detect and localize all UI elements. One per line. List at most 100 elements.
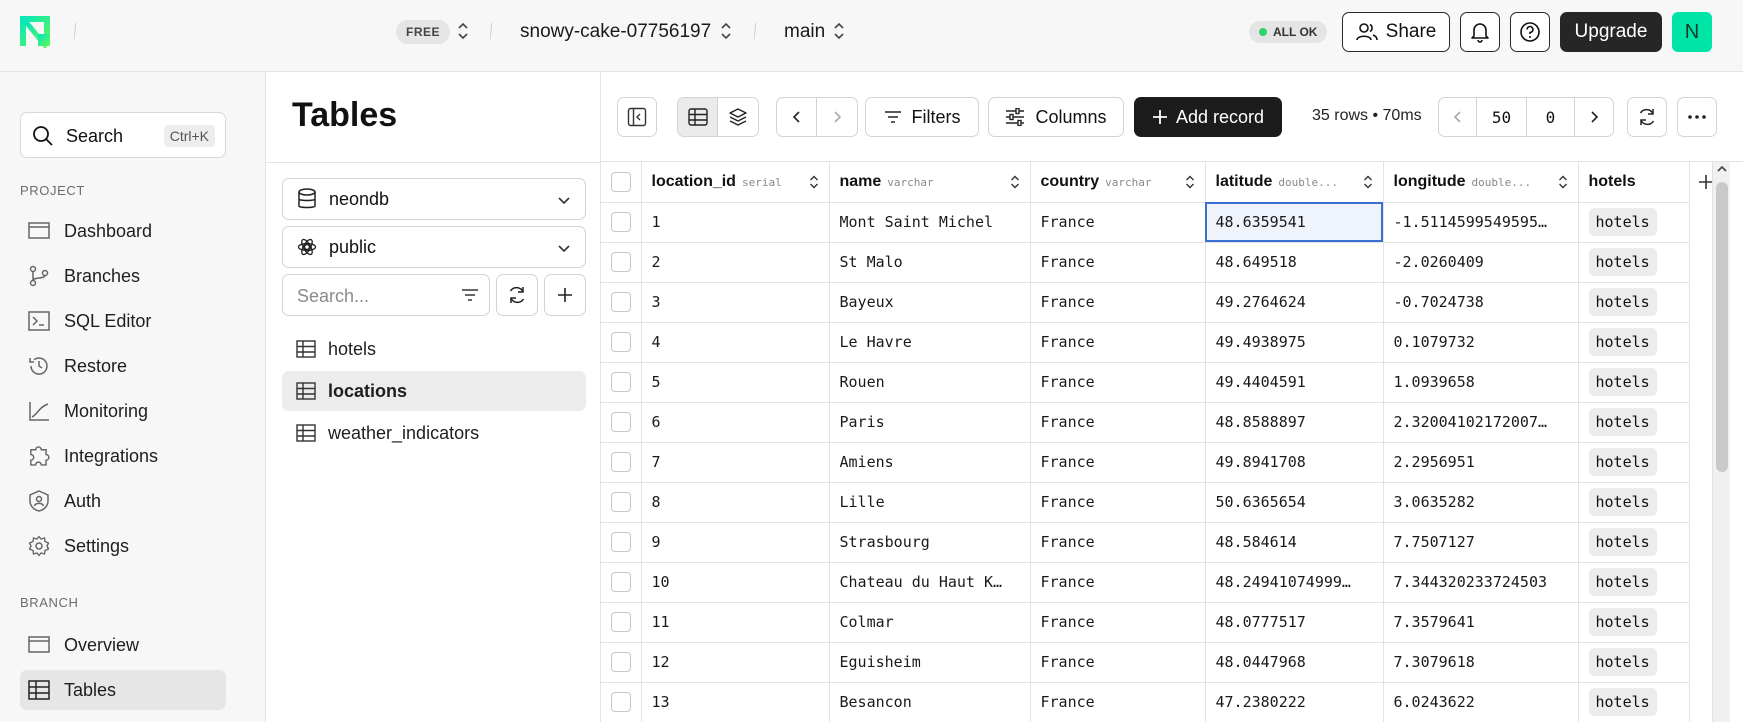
row-select-cell[interactable] [601,682,642,722]
relation-chip[interactable]: hotels [1588,488,1657,516]
column-header-longitude[interactable]: longitude double... [1383,162,1579,203]
cell-longitude[interactable]: 7.7507127 [1383,522,1579,563]
row-checkbox[interactable] [610,452,631,472]
relation-chip[interactable]: hotels [1588,288,1657,316]
cell-longitude[interactable]: 7.3579641 [1383,602,1579,643]
table-row[interactable]: 1 Mont Saint Michel France 48.6359541 -1.511… [601,202,1690,243]
row-checkbox[interactable] [610,372,631,392]
row-checkbox[interactable] [610,492,631,512]
cell-latitude[interactable]: 49.4938975 [1205,322,1384,363]
row-select-cell[interactable] [601,242,642,283]
page-size-input[interactable]: 50 [1477,98,1527,136]
cell-location-id[interactable]: 3 [641,282,830,323]
cell-country[interactable]: France [1030,202,1206,243]
row-checkbox[interactable] [610,212,631,232]
cell-name[interactable]: St Malo [829,242,1031,283]
cell-longitude[interactable]: 7.3079618 [1383,642,1579,683]
relation-chip[interactable]: hotels [1588,408,1657,436]
sidebar-item-branches[interactable]: Branches [20,256,226,296]
table-item-locations[interactable]: locations [282,371,586,411]
table-row[interactable]: 7 Amiens France 49.8941708 2.2956951 hotels [601,442,1690,483]
cell-hotels[interactable]: hotels [1578,682,1690,722]
forward-button[interactable] [817,98,857,136]
cell-location-id[interactable]: 10 [641,562,830,603]
avatar[interactable]: N [1672,12,1712,52]
filters-button[interactable]: Filters [865,97,979,137]
back-button[interactable] [777,98,817,136]
cell-name[interactable]: Strasbourg [829,522,1031,563]
row-checkbox[interactable] [610,412,631,432]
relation-chip[interactable]: hotels [1588,208,1657,236]
row-select-cell[interactable] [601,362,642,403]
table-row[interactable]: 8 Lille France 50.6365654 3.0635282 hotels [601,482,1690,523]
relation-chip[interactable]: hotels [1588,648,1657,676]
cell-country[interactable]: France [1030,482,1206,523]
relation-chip[interactable]: hotels [1588,688,1657,716]
table-row[interactable]: 4 Le Havre France 49.4938975 0.1079732 hotels [601,322,1690,363]
cell-longitude[interactable]: 7.344320233724503 [1383,562,1579,603]
cell-hotels[interactable]: hotels [1578,482,1690,523]
database-select[interactable]: neondb [282,178,586,220]
cell-location-id[interactable]: 9 [641,522,830,563]
next-page-button[interactable] [1575,98,1613,136]
sidebar-item-monitoring[interactable]: Monitoring [20,391,226,431]
cell-hotels[interactable]: hotels [1578,202,1690,243]
relation-chip[interactable]: hotels [1588,528,1657,556]
cell-longitude[interactable]: 2.32004102172007… [1383,402,1579,443]
sidebar-item-integrations[interactable]: Integrations [20,436,226,476]
sidebar-item-overview[interactable]: Overview [20,625,226,665]
cell-longitude[interactable]: 0.1079732 [1383,322,1579,363]
cell-country[interactable]: France [1030,562,1206,603]
cell-longitude[interactable]: -0.7024738 [1383,282,1579,323]
cell-hotels[interactable]: hotels [1578,322,1690,363]
view-toggle[interactable] [677,97,759,137]
cell-name[interactable]: Lille [829,482,1031,523]
pagination[interactable]: 50 0 [1438,97,1614,137]
row-select-cell[interactable] [601,282,642,323]
sort-icon[interactable] [809,175,819,189]
more-options-button[interactable] [1677,97,1717,137]
cell-name[interactable]: Besancon [829,682,1031,722]
cell-latitude[interactable]: 48.8588897 [1205,402,1384,443]
cell-country[interactable]: France [1030,402,1206,443]
cell-hotels[interactable]: hotels [1578,442,1690,483]
vertical-scrollbar[interactable] [1712,162,1730,722]
help-button[interactable] [1510,12,1550,52]
row-select-cell[interactable] [601,602,642,643]
cell-latitude[interactable]: 48.24941074999… [1205,562,1384,603]
cell-latitude[interactable]: 49.2764624 [1205,282,1384,323]
cell-name[interactable]: Bayeux [829,282,1031,323]
cell-hotels[interactable]: hotels [1578,242,1690,283]
scroll-up-icon[interactable] [1713,162,1731,176]
cell-country[interactable]: France [1030,282,1206,323]
row-select-cell[interactable] [601,402,642,443]
sort-icon[interactable] [1010,175,1020,189]
cell-name[interactable]: Amiens [829,442,1031,483]
cell-location-id[interactable]: 12 [641,642,830,683]
row-checkbox[interactable] [610,612,631,632]
scrollbar-thumb[interactable] [1716,182,1728,472]
add-table-button[interactable] [544,274,586,316]
cell-latitude[interactable]: 48.0777517 [1205,602,1384,643]
table-row[interactable]: 13 Besancon France 47.2380222 6.0243622 hotel… [601,682,1690,722]
cell-location-id[interactable]: 13 [641,682,830,722]
cell-name[interactable]: Mont Saint Michel [829,202,1031,243]
cell-hotels[interactable]: hotels [1578,362,1690,403]
cell-hotels[interactable]: hotels [1578,642,1690,683]
cell-latitude[interactable]: 48.6359541 [1205,202,1384,243]
project-chevron-updown-icon[interactable] [720,20,732,42]
cell-country[interactable]: France [1030,522,1206,563]
cell-location-id[interactable]: 6 [641,402,830,443]
cell-latitude[interactable]: 49.4404591 [1205,362,1384,403]
notifications-button[interactable] [1460,12,1500,52]
relation-chip[interactable]: hotels [1588,608,1657,636]
table-row[interactable]: 10 Chateau du Haut K… France 48.24941074999… [601,562,1690,603]
cell-latitude[interactable]: 49.8941708 [1205,442,1384,483]
offset-input[interactable]: 0 [1527,98,1575,136]
row-select-cell[interactable] [601,522,642,563]
table-search-input[interactable]: Search... [282,274,490,316]
history-nav[interactable] [776,97,858,137]
upgrade-button[interactable]: Upgrade [1560,12,1662,52]
cell-name[interactable]: Rouen [829,362,1031,403]
share-button[interactable]: Share [1342,12,1450,52]
